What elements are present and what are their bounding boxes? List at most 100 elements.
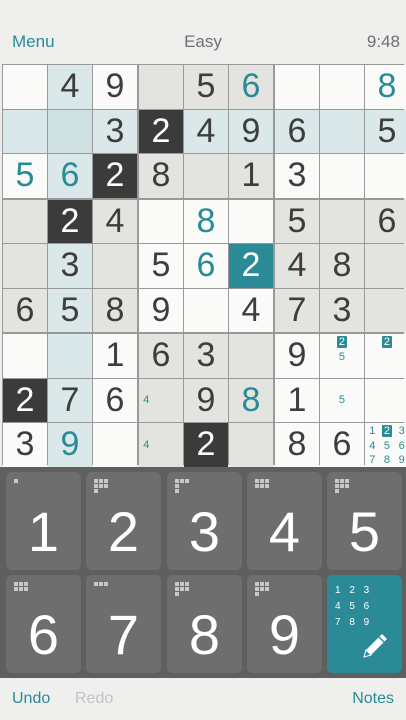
sudoku-cell[interactable] (184, 154, 228, 198)
number-key-6[interactable]: 6 (6, 575, 81, 673)
undo-button[interactable]: Undo (12, 690, 50, 708)
sudoku-cell[interactable]: 5 (139, 244, 183, 288)
sudoku-cell[interactable]: 6 (365, 199, 406, 243)
sudoku-cell[interactable] (320, 65, 364, 109)
sudoku-cell[interactable]: 6 (320, 423, 364, 467)
pencil-note: 5 (338, 350, 346, 363)
sudoku-cell[interactable]: 3 (3, 423, 47, 467)
sudoku-cell[interactable]: 8 (275, 423, 319, 467)
sudoku-cell[interactable] (229, 199, 273, 243)
sudoku-cell[interactable]: 5 (275, 199, 319, 243)
sudoku-cell[interactable]: 123 456 789 (365, 423, 406, 467)
sudoku-cell[interactable]: 8 (365, 65, 406, 109)
pencil-note-empty (139, 379, 154, 394)
sudoku-cell[interactable]: 7 (275, 288, 319, 332)
sudoku-cell[interactable]: 8 (320, 244, 364, 288)
sudoku-cell[interactable]: 6 (184, 244, 228, 288)
sudoku-cell[interactable] (48, 334, 92, 378)
sudoku-cell[interactable] (139, 65, 183, 109)
sudoku-cell[interactable]: 9 (139, 288, 183, 332)
sudoku-cell[interactable] (93, 244, 137, 288)
number-key-label: 2 (107, 500, 140, 563)
sudoku-cell[interactable] (229, 423, 273, 467)
sudoku-cell[interactable]: 4 (48, 65, 92, 109)
sudoku-cell[interactable]: 2 (229, 244, 273, 288)
sudoku-cell[interactable]: 1 (229, 154, 273, 198)
sudoku-cell[interactable]: 4 (229, 288, 273, 332)
number-key-1[interactable]: 1 (6, 472, 81, 570)
number-key-2[interactable]: 2 (86, 472, 161, 570)
sudoku-cell[interactable]: 9 (93, 65, 137, 109)
sudoku-cell[interactable]: 2 (93, 154, 137, 198)
sudoku-cell[interactable]: 8 (229, 378, 273, 422)
sudoku-cell[interactable]: 9 (275, 334, 319, 378)
sudoku-cell[interactable]: 1 (275, 378, 319, 422)
sudoku-cell[interactable]: 4 (139, 378, 183, 422)
sudoku-cell[interactable]: 4 (139, 423, 183, 467)
sudoku-cell[interactable]: 2 (184, 423, 228, 467)
sudoku-cell[interactable] (48, 109, 92, 153)
sudoku-cell[interactable]: 6 (93, 378, 137, 422)
sudoku-cell[interactable] (229, 334, 273, 378)
sudoku-cell[interactable] (3, 199, 47, 243)
number-key-label: 1 (27, 500, 60, 563)
sudoku-cell[interactable] (3, 244, 47, 288)
sudoku-cell[interactable]: 8 (139, 154, 183, 198)
sudoku-cell[interactable]: 2 (365, 334, 406, 378)
sudoku-cell[interactable]: 3 (275, 154, 319, 198)
sudoku-cell[interactable]: 5 (365, 109, 406, 153)
sudoku-cell[interactable] (320, 154, 364, 198)
sudoku-cell[interactable]: 5 (320, 378, 364, 422)
sudoku-cell[interactable]: 4 (275, 244, 319, 288)
sudoku-cell[interactable] (320, 109, 364, 153)
sudoku-cell[interactable]: 9 (229, 109, 273, 153)
sudoku-cell[interactable]: 4 (184, 109, 228, 153)
sudoku-cell[interactable]: 7 (48, 378, 92, 422)
sudoku-cell[interactable] (3, 334, 47, 378)
sudoku-cell[interactable]: 4 (93, 199, 137, 243)
sudoku-cell[interactable] (3, 65, 47, 109)
sudoku-cell[interactable]: 6 (48, 154, 92, 198)
number-key-5[interactable]: 5 (327, 472, 402, 570)
pencil-mode-key[interactable]: 1 2 34 5 67 8 9 (327, 575, 402, 673)
sudoku-cell[interactable] (93, 423, 137, 467)
sudoku-cell[interactable]: 8 (184, 199, 228, 243)
sudoku-cell[interactable] (365, 378, 406, 422)
sudoku-cell[interactable]: 9 (48, 423, 92, 467)
sudoku-cell[interactable]: 8 (93, 288, 137, 332)
sudoku-cell[interactable]: 6 (3, 288, 47, 332)
sudoku-cell[interactable] (184, 288, 228, 332)
number-key-3[interactable]: 3 (167, 472, 242, 570)
notes-button[interactable]: Notes (352, 690, 394, 708)
sudoku-cell[interactable]: 6 (275, 109, 319, 153)
sudoku-cell[interactable] (3, 109, 47, 153)
sudoku-cell[interactable]: 1 (93, 334, 137, 378)
sudoku-cell[interactable]: 3 (93, 109, 137, 153)
sudoku-cell[interactable] (365, 154, 406, 198)
sudoku-cell[interactable]: 5 (3, 154, 47, 198)
sudoku-cell[interactable]: 9 (184, 378, 228, 422)
sudoku-cell[interactable] (320, 199, 364, 243)
number-key-4[interactable]: 4 (247, 472, 322, 570)
sudoku-cell[interactable] (365, 244, 406, 288)
number-key-8[interactable]: 8 (167, 575, 242, 673)
sudoku-cell[interactable]: 2 (139, 109, 183, 153)
sudoku-cell[interactable]: 3 (48, 244, 92, 288)
sudoku-cell[interactable]: 2 (48, 199, 92, 243)
sudoku-cell[interactable]: 6 (229, 65, 273, 109)
sudoku-cell[interactable] (275, 65, 319, 109)
number-key-7[interactable]: 7 (86, 575, 161, 673)
sudoku-cell[interactable]: 6 (139, 334, 183, 378)
sudoku-cell[interactable] (365, 288, 406, 332)
sudoku-cell[interactable]: 3 (184, 334, 228, 378)
sudoku-cell[interactable]: 3 (320, 288, 364, 332)
sudoku-cell[interactable]: 5 (184, 65, 228, 109)
pencil-note: 2 (381, 425, 393, 437)
redo-button[interactable]: Redo (75, 690, 113, 708)
sudoku-cell[interactable]: 25 (320, 334, 364, 378)
cell-value: 7 (287, 290, 307, 329)
sudoku-cell[interactable]: 2 (3, 378, 47, 422)
sudoku-cell[interactable] (139, 199, 183, 243)
number-key-9[interactable]: 9 (247, 575, 322, 673)
sudoku-cell[interactable]: 5 (48, 288, 92, 332)
